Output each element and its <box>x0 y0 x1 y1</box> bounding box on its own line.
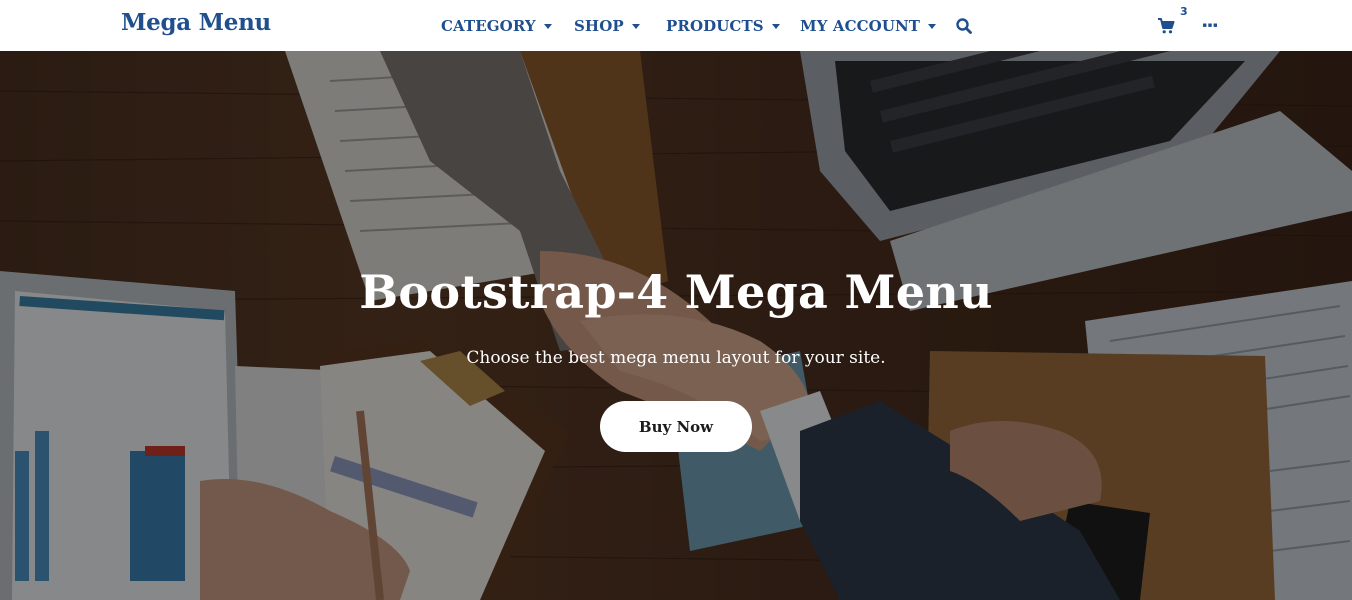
shopping-cart-icon[interactable] <box>1157 17 1175 35</box>
nav-category-label: CATEGORY <box>441 17 536 35</box>
nav-products-label: PRODUCTS <box>666 17 764 35</box>
top-navbar: Mega Menu CATEGORY SHOP PRODUCTS MY ACCO… <box>0 0 1352 51</box>
cart-count-badge: 3 <box>1180 5 1188 18</box>
chevron-down-icon <box>631 24 640 29</box>
nav-my-account-dropdown[interactable]: MY ACCOUNT <box>800 16 937 36</box>
hero-subtitle: Choose the best mega menu layout for you… <box>466 348 886 368</box>
nav-my-account-label: MY ACCOUNT <box>800 17 921 35</box>
brand-logo[interactable]: Mega Menu <box>121 9 271 36</box>
hero-dark-overlay <box>0 51 1352 600</box>
hero-banner: Bootstrap-4 Mega Menu Choose the best me… <box>0 51 1352 600</box>
ellipsis-icon[interactable] <box>1202 17 1218 33</box>
chevron-down-icon <box>543 24 552 29</box>
chevron-down-icon <box>771 24 780 29</box>
nav-shop-dropdown[interactable]: SHOP <box>574 16 640 36</box>
nav-category-dropdown[interactable]: CATEGORY <box>441 16 552 36</box>
hero-title: Bootstrap-4 Mega Menu <box>359 265 993 319</box>
nav-shop-label: SHOP <box>574 17 624 35</box>
chevron-down-icon <box>928 24 937 29</box>
buy-now-button[interactable]: Buy Now <box>600 401 752 452</box>
nav-products-dropdown[interactable]: PRODUCTS <box>666 16 780 36</box>
search-icon[interactable] <box>955 17 973 35</box>
